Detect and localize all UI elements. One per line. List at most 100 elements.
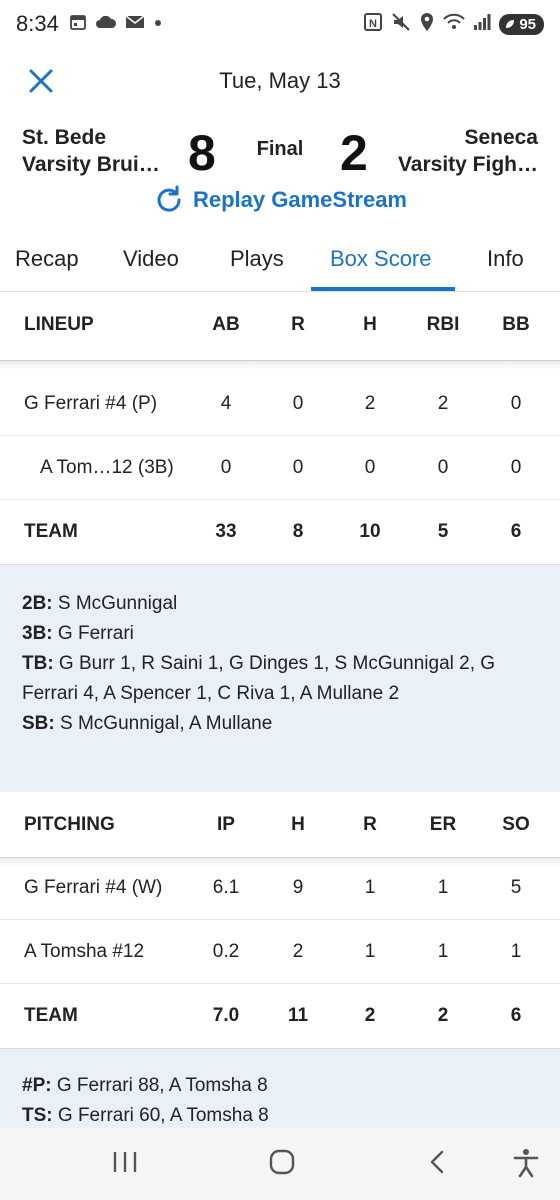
note-total-bases: TB: G Burr 1, R Saini 1, G Dinges 1, S M… [22, 649, 538, 709]
replay-gamestream-button[interactable]: Replay GameStream [0, 184, 560, 216]
player-name: G Ferrari #4 (P) [24, 392, 158, 414]
team-ip: 7.0 [212, 1005, 240, 1026]
pitching-header-ip: IP [217, 814, 235, 835]
location-icon [419, 12, 435, 37]
stat-r: 1 [364, 940, 376, 962]
note-text: S McGunnigal [52, 593, 178, 614]
note-strikes: TS: G Ferrari 60, A Tomsha 8 [22, 1101, 538, 1131]
stat-ab: 4 [220, 392, 232, 414]
note-text: G Ferrari 60, A Tomsha 8 [52, 1105, 269, 1126]
signal-icon [473, 13, 491, 36]
home-icon[interactable] [268, 1148, 296, 1181]
pitching-header: PITCHING IP H R ER SO [0, 792, 560, 858]
note-label: 2B: [22, 593, 53, 614]
pitcher-name: G Ferrari #4 (W) [24, 876, 163, 898]
game-date: Tue, May 13 [219, 68, 341, 93]
player-name: A Tom…12 (3B) [40, 456, 174, 478]
mail-icon [125, 14, 145, 35]
note-label: TS: [22, 1105, 53, 1126]
lineup-header-r: R [291, 314, 305, 335]
dot-icon [153, 15, 163, 33]
stat-h: 2 [292, 940, 304, 962]
scoreboard: St. Bede Varsity Brui… 8 Final 2 Seneca … [0, 120, 560, 184]
tab-video[interactable]: Video [123, 246, 179, 272]
stat-bb: 0 [510, 392, 522, 414]
note-triples: 3B: G Ferrari [22, 619, 538, 649]
tab-recap[interactable]: Recap [15, 246, 79, 272]
lineup-header-divider [0, 360, 560, 370]
replay-icon [157, 185, 181, 212]
stat-r: 1 [364, 876, 376, 898]
stat-rbi: 0 [437, 456, 449, 478]
team-rbi: 5 [437, 521, 449, 542]
lineup-header-bb: BB [502, 314, 530, 335]
lineup-header-h: H [363, 314, 377, 335]
stat-ip: 6.1 [212, 876, 240, 898]
stat-er: 1 [437, 876, 449, 898]
team-total-row: TEAM 7.0 11 2 2 6 [0, 984, 560, 1048]
team-so: 6 [510, 1005, 522, 1026]
status-bar: 8:34 N 95 [0, 0, 560, 48]
battery-level: 95 [519, 15, 536, 33]
pitching-header-label: PITCHING [24, 814, 115, 835]
away-team-name[interactable]: Seneca Varsity Figh… [398, 124, 538, 178]
lineup-header-label: LINEUP [24, 314, 94, 335]
note-label: TB: [22, 653, 54, 674]
table-row[interactable]: G Ferrari #4 (P) 4 0 2 2 0 [0, 372, 560, 436]
team-r: 8 [292, 521, 304, 542]
status-time: 8:34 [16, 11, 59, 36]
pitcher-name: A Tomsha #12 [24, 940, 145, 962]
wifi-icon [443, 13, 466, 36]
pitching-header-h: H [291, 814, 305, 835]
stat-ip: 0.2 [212, 940, 240, 962]
pitching-header-r: R [363, 814, 377, 835]
note-text: G Ferrari [52, 623, 134, 644]
accessibility-icon[interactable] [512, 1148, 540, 1183]
mute-icon [391, 12, 411, 37]
batting-notes: 2B: S McGunnigal 3B: G Ferrari TB: G Bur… [0, 564, 560, 792]
stat-ab: 0 [220, 456, 232, 478]
tab-plays[interactable]: Plays [230, 246, 284, 272]
team-total-row: TEAM 33 8 10 5 6 [0, 500, 560, 564]
stat-so: 1 [510, 940, 522, 962]
pitching-notes: #P: G Ferrari 88, A Tomsha 8 TS: G Ferra… [0, 1048, 560, 1128]
stat-h: 2 [364, 392, 376, 414]
active-tab-indicator [311, 287, 455, 291]
away-team-line1: Seneca [464, 126, 538, 149]
note-label: 3B: [22, 623, 53, 644]
lineup-header-ab: AB [212, 314, 240, 335]
team-r: 2 [364, 1005, 376, 1026]
stat-so: 5 [510, 876, 522, 898]
note-text: G Ferrari 88, A Tomsha 8 [51, 1075, 268, 1096]
tab-bar: Recap Video Plays Box Score Info [0, 232, 560, 292]
away-score: 2 [340, 125, 368, 181]
team-h: 10 [359, 521, 381, 542]
pitching-header-er: ER [429, 814, 457, 835]
stat-rbi: 2 [437, 392, 449, 414]
team-ab: 33 [215, 521, 237, 542]
team-bb: 6 [510, 521, 522, 542]
note-label: SB: [22, 713, 55, 734]
tab-info[interactable]: Info [487, 246, 524, 272]
note-label: #P: [22, 1075, 52, 1096]
stat-r: 0 [292, 456, 304, 478]
team-label: TEAM [24, 521, 78, 542]
note-text: S McGunnigal, A Mullane [54, 713, 273, 734]
table-row[interactable]: A Tom…12 (3B) 0 0 0 0 0 [0, 436, 560, 500]
team-h: 11 [287, 1005, 309, 1026]
top-bar: Tue, May 13 [0, 58, 560, 106]
nfc-icon: N [363, 12, 383, 37]
svg-text:N: N [369, 18, 377, 30]
table-row[interactable]: G Ferrari #4 (W) 6.1 9 1 1 5 [0, 856, 560, 920]
away-team-line2: Varsity Figh… [397, 153, 538, 176]
note-doubles: 2B: S McGunnigal [22, 589, 538, 619]
team-er: 2 [437, 1005, 449, 1026]
lineup-header: LINEUP AB R H RBI BB [0, 292, 560, 358]
stat-h: 9 [292, 876, 304, 898]
table-row[interactable]: A Tomsha #12 0.2 2 1 1 1 [0, 920, 560, 984]
back-icon[interactable] [426, 1148, 448, 1181]
tab-box-score[interactable]: Box Score [330, 246, 432, 272]
recents-icon[interactable] [112, 1148, 138, 1181]
calendar-icon [69, 13, 87, 36]
stat-er: 1 [437, 940, 449, 962]
